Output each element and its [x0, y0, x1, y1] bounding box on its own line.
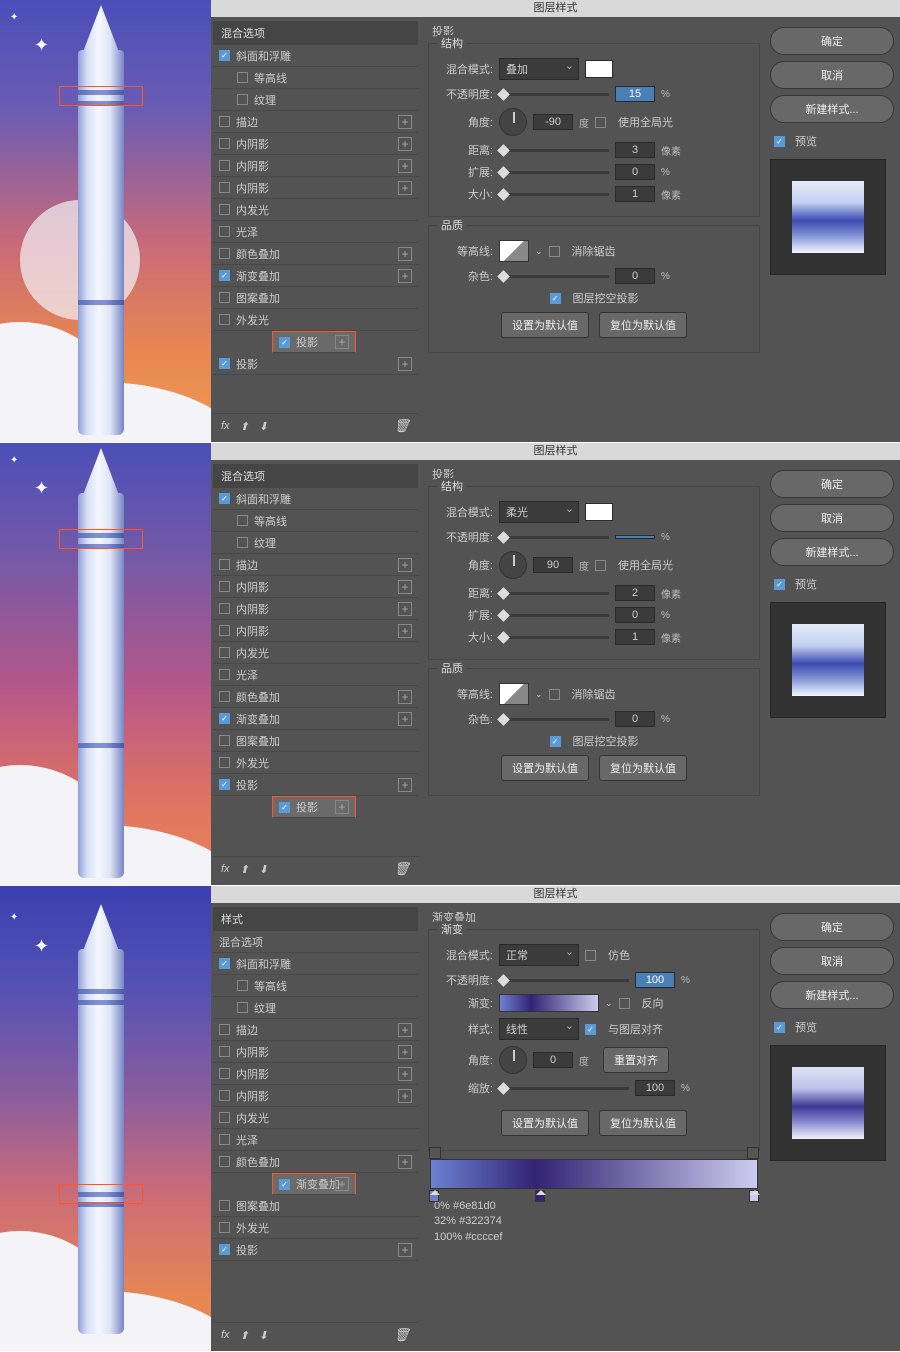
opacity-slider[interactable]	[499, 93, 609, 96]
fx-innershadow-3[interactable]: 内阴影+	[213, 177, 418, 199]
canvas-preview: ✦✦	[0, 0, 211, 442]
color-stop[interactable]	[749, 1190, 759, 1202]
canvas-preview: ✦✦	[0, 886, 211, 1351]
fx-coloroverlay[interactable]: 颜色叠加+	[213, 243, 418, 265]
fx-contour[interactable]: 等高线	[213, 67, 418, 89]
fx-dropshadow-2[interactable]: 投影+	[213, 353, 418, 375]
trash-icon[interactable]: 🗑	[393, 418, 410, 434]
align-layer-checkbox[interactable]	[585, 1024, 596, 1035]
up-icon[interactable]: ⬆	[240, 420, 249, 433]
new-style-button[interactable]: 新建样式...	[770, 95, 894, 123]
reset-default-button[interactable]: 复位为默认值	[599, 312, 687, 338]
fx-outerglow[interactable]: 外发光	[213, 309, 418, 331]
angle-dial[interactable]	[499, 108, 527, 136]
fx-innerglow[interactable]: 内发光	[213, 199, 418, 221]
dialog-title: 图层样式	[211, 443, 900, 460]
opacity-stop[interactable]	[747, 1147, 759, 1159]
size-input[interactable]: 1	[615, 186, 655, 202]
fx-dropshadow[interactable]: 投影+	[272, 331, 356, 353]
blend-mode-dropdown[interactable]: 叠加	[499, 58, 579, 80]
realign-button[interactable]: 重置对齐	[603, 1047, 669, 1073]
selection-marquee	[59, 1184, 143, 1204]
annotation-text: 0% #6e81d032% #322374100% #ccccef	[424, 1195, 764, 1249]
noise-input[interactable]: 0	[615, 268, 655, 284]
fx-stroke[interactable]: 描边+	[213, 111, 418, 133]
fx-innershadow[interactable]: 内阴影+	[213, 133, 418, 155]
contour-picker[interactable]	[499, 240, 529, 262]
grad-style-dropdown[interactable]: 线性	[499, 1018, 579, 1040]
size-slider[interactable]	[499, 193, 609, 196]
blend-mode-dropdown[interactable]: 正常	[499, 944, 579, 966]
fx-gradientoverlay[interactable]: 渐变叠加+	[213, 265, 418, 287]
gradient-picker[interactable]	[499, 994, 599, 1012]
fx-patternoverlay[interactable]: 图案叠加	[213, 287, 418, 309]
ok-button[interactable]: 确定	[770, 27, 894, 55]
reverse-checkbox[interactable]	[619, 998, 630, 1009]
global-light-checkbox[interactable]	[595, 117, 606, 128]
blend-mode-dropdown[interactable]: 柔光	[499, 501, 579, 523]
dither-checkbox[interactable]	[585, 950, 596, 961]
fx-icon[interactable]: fx	[221, 420, 230, 432]
selection-marquee	[59, 529, 143, 549]
set-default-button[interactable]: 设置为默认值	[501, 312, 589, 338]
opacity-stop[interactable]	[429, 1147, 441, 1159]
fx-texture[interactable]: 纹理	[213, 89, 418, 111]
spread-slider[interactable]	[499, 171, 609, 174]
color-stop[interactable]	[429, 1190, 439, 1202]
fx-satin[interactable]: 光泽	[213, 221, 418, 243]
angle-input[interactable]: -90	[533, 114, 573, 130]
cancel-button[interactable]: 取消	[770, 61, 894, 89]
effects-list: 混合选项 斜面和浮雕 等高线 纹理 描边+ 内阴影+ 内阴影+ 内阴影+ 内发光…	[213, 21, 418, 438]
canvas-preview: ✦✦	[0, 443, 211, 885]
selection-marquee	[59, 86, 143, 106]
fx-innershadow-2[interactable]: 内阴影+	[213, 155, 418, 177]
opacity-input[interactable]: 15	[615, 86, 655, 102]
down-icon[interactable]: ⬇	[259, 420, 268, 433]
distance-input[interactable]: 3	[615, 142, 655, 158]
add-icon[interactable]: +	[398, 115, 412, 129]
knockout-checkbox[interactable]	[550, 293, 561, 304]
section-title: 投影	[424, 21, 764, 41]
distance-slider[interactable]	[499, 149, 609, 152]
antialias-checkbox[interactable]	[549, 246, 560, 257]
gradient-editor[interactable]	[430, 1159, 758, 1189]
preview-checkbox[interactable]	[774, 136, 785, 147]
color-swatch[interactable]	[585, 60, 613, 78]
blending-options[interactable]: 混合选项	[213, 21, 418, 45]
dialog-title: 图层样式	[211, 0, 900, 17]
preview-box	[770, 159, 886, 275]
noise-slider[interactable]	[499, 275, 609, 278]
color-stop[interactable]	[535, 1190, 545, 1202]
fx-bevel[interactable]: 斜面和浮雕	[213, 45, 418, 67]
spread-input[interactable]: 0	[615, 164, 655, 180]
